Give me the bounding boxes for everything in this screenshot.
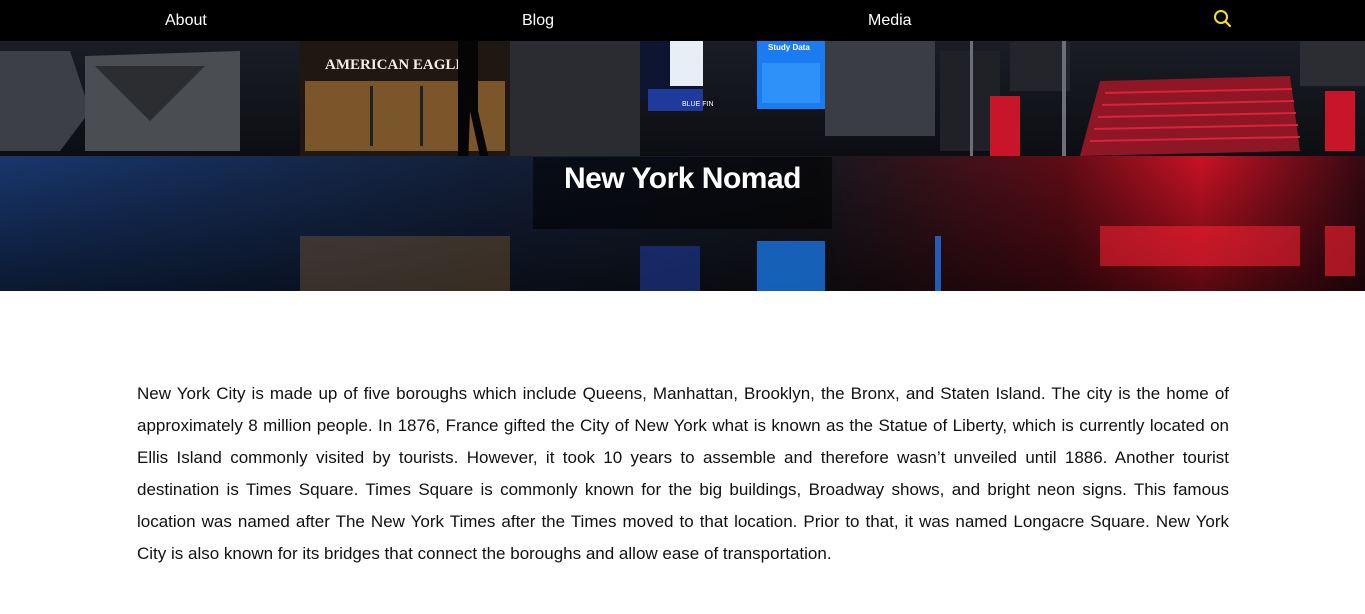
screen-sign: Study Data — [768, 43, 810, 52]
storefront-sign: AMERICAN EAGLE — [325, 57, 465, 73]
intro-paragraph: New York City is made up of five borough… — [137, 384, 1229, 563]
hero-banner: AMERICAN EAGLE BLUE FIN Study Data New Y… — [0, 41, 1365, 291]
search-button[interactable] — [1211, 8, 1233, 30]
page-title: New York Nomad — [564, 162, 801, 195]
nav-blog-link[interactable]: Blog — [522, 12, 554, 30]
nav-media-link[interactable]: Media — [868, 12, 912, 30]
nav-about-link[interactable]: About — [165, 12, 207, 30]
blue-sign: BLUE FIN — [682, 101, 714, 108]
search-icon — [1214, 10, 1232, 28]
top-nav: About Blog Media — [0, 0, 1365, 41]
